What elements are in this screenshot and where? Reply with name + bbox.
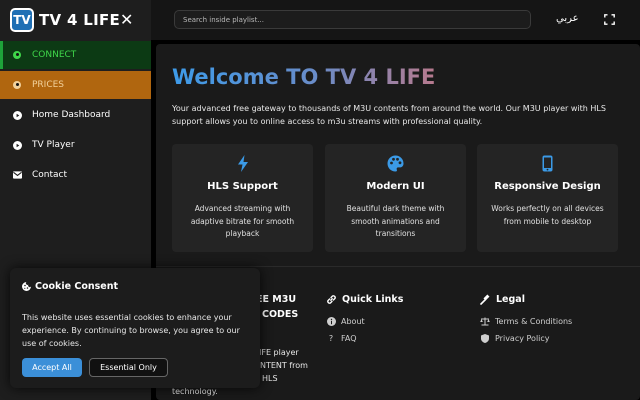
bolt-icon <box>172 155 313 173</box>
footer-link-terms[interactable]: Terms & Conditions <box>480 317 572 326</box>
sidebar-item-tv-player[interactable]: TV Player <box>0 131 151 159</box>
footer-about-title-line1: EE M3U <box>256 294 297 305</box>
divider <box>156 266 640 267</box>
question-icon: ? <box>328 334 334 343</box>
brand-name: TV 4 LIFE <box>39 11 121 29</box>
footer-about-title-line2: CODES <box>262 309 299 320</box>
feature-card-hls: HLS Support Advanced streaming with adap… <box>172 144 313 252</box>
close-icon[interactable]: ✕ <box>120 10 133 30</box>
user-circle-icon <box>12 50 22 60</box>
feature-card-responsive: Responsive Design Works perfectly on all… <box>477 144 618 252</box>
footer-link-label: Privacy Policy <box>495 334 550 343</box>
sidebar-item-label: TV Player <box>32 140 75 150</box>
info-circle-icon <box>326 317 336 326</box>
footer-link-label: About <box>341 317 365 326</box>
sidebar-item-label: Contact <box>32 170 68 180</box>
shield-icon <box>480 334 490 343</box>
gavel-icon <box>480 294 491 305</box>
footer-quick-links-label: Quick Links <box>342 294 404 305</box>
sidebar-item-prices[interactable]: PRICES <box>0 71 151 99</box>
sidebar-item-contact[interactable]: Contact <box>0 161 151 189</box>
footer-quick-links-title: Quick Links <box>326 293 403 306</box>
cookie-title-label: Cookie Consent <box>35 281 119 292</box>
sidebar-item-label: PRICES <box>32 80 65 90</box>
language-toggle[interactable]: عربي <box>556 13 579 24</box>
cookie-icon <box>22 282 31 291</box>
search-input[interactable] <box>174 10 531 29</box>
user-circle-icon <box>12 80 22 90</box>
sidebar-item-label: CONNECT <box>32 50 77 60</box>
page-title: Welcome TO TV 4 LIFE <box>172 65 436 89</box>
sidebar-item-connect[interactable]: CONNECT <box>0 41 151 69</box>
footer-link-faq[interactable]: ? FAQ <box>326 334 357 343</box>
fullscreen-icon[interactable] <box>604 14 615 25</box>
play-circle-icon <box>12 110 22 120</box>
play-circle-icon <box>12 140 22 150</box>
feature-desc: Advanced streaming with adaptive bitrate… <box>190 204 295 238</box>
footer-link-label: Terms & Conditions <box>495 317 573 326</box>
footer-about-text-line1: IFE player <box>259 348 299 357</box>
envelope-icon <box>12 170 22 180</box>
footer-link-privacy[interactable]: Privacy Policy <box>480 334 550 343</box>
top-bar: عربي <box>151 0 640 40</box>
cookie-text: This website uses essential cookies to e… <box>22 313 240 348</box>
footer-legal-label: Legal <box>496 294 525 305</box>
footer-legal-title: Legal <box>480 293 525 306</box>
feature-title: HLS Support <box>207 181 278 192</box>
feature-desc: Beautiful dark theme with smooth animati… <box>346 204 445 238</box>
feature-desc: Works perfectly on all devices from mobi… <box>491 204 604 226</box>
footer-link-about[interactable]: About <box>326 317 365 326</box>
feature-card-modern-ui: Modern UI Beautiful dark theme with smoo… <box>325 144 466 252</box>
cookie-title: Cookie Consent <box>22 281 118 292</box>
link-icon <box>326 294 337 305</box>
sidebar-menu: CONNECT PRICES Home Dashboard TV Player … <box>0 41 151 191</box>
sidebar-item-label: Home Dashboard <box>32 110 111 120</box>
palette-icon <box>325 155 466 173</box>
cookie-consent-popup: Cookie Consent This website uses essenti… <box>10 268 260 388</box>
accept-all-button[interactable]: Accept All <box>22 358 82 377</box>
feature-title: Modern UI <box>366 181 425 192</box>
mobile-icon <box>477 155 618 173</box>
footer-link-label: FAQ <box>341 334 357 343</box>
essential-only-button[interactable]: Essential Only <box>89 358 168 377</box>
brand-logo: TV <box>10 8 34 32</box>
intro-text: Your advanced free gateway to thousands … <box>172 104 606 126</box>
sidebar-item-home-dashboard[interactable]: Home Dashboard <box>0 101 151 129</box>
footer-about-text-line2: NTENT from <box>260 361 308 370</box>
footer-about-text-line3: HLS <box>262 374 278 383</box>
feature-title: Responsive Design <box>494 181 601 192</box>
scale-icon <box>480 317 490 326</box>
